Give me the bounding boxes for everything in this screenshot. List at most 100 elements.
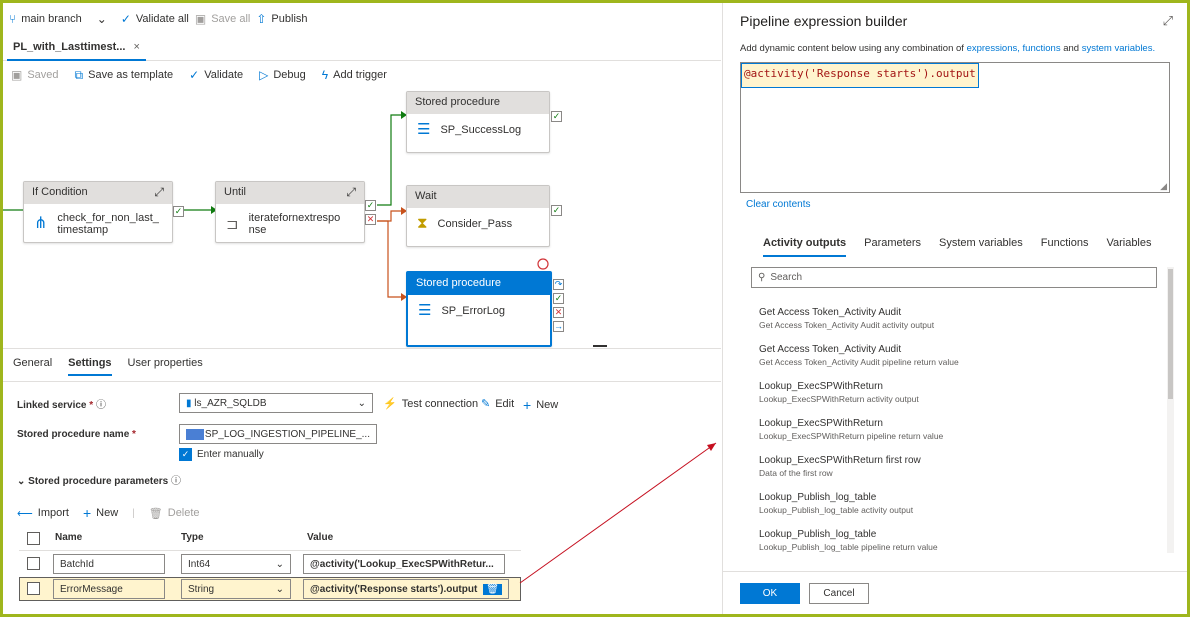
- param-name-value: ErrorMessage: [60, 583, 123, 595]
- tab-pipeline[interactable]: PL_with_Lasttimest... ×: [7, 37, 146, 61]
- success-badge[interactable]: ✓: [173, 206, 184, 217]
- search-placeholder: Search: [770, 272, 803, 283]
- hourglass-icon: ⧗: [417, 215, 428, 232]
- activity-sp-error[interactable]: Stored procedure ☰ SP_ErrorLog: [406, 271, 552, 347]
- system-variables-link[interactable]: system variables.: [1082, 43, 1155, 54]
- success-badge[interactable]: ✓: [553, 293, 564, 304]
- cancel-button[interactable]: Cancel: [809, 583, 869, 604]
- activity-until[interactable]: Until ⤢ ⊐ iteratefornextrespo nse: [215, 181, 365, 243]
- validate-all-button[interactable]: ✓ Validate all: [121, 13, 189, 25]
- param-name-input[interactable]: ErrorMessage: [53, 579, 165, 599]
- tab-settings[interactable]: Settings: [68, 357, 112, 376]
- clear-contents-link[interactable]: Clear contents: [746, 199, 810, 210]
- save-all-label: Save all: [211, 13, 251, 25]
- activity-wait[interactable]: Wait ⧗ Consider_Pass: [406, 185, 550, 247]
- save-all-button[interactable]: ▣ Save all: [195, 13, 250, 25]
- list-item[interactable]: Lookup_ExecSPWithReturn Lookup_ExecSPWith…: [759, 418, 1159, 441]
- select-all-checkbox[interactable]: [27, 532, 40, 545]
- add-trigger-label: Add trigger: [333, 69, 387, 81]
- activity-type-label: Until: [224, 186, 247, 198]
- chevron-down-icon: ⌄: [357, 397, 366, 409]
- success-badge[interactable]: ✓: [551, 111, 562, 122]
- linked-service-select[interactable]: ▮ ls_AZR_SQLDB ⌄: [179, 393, 373, 413]
- functions-link[interactable]: functions: [1023, 43, 1061, 54]
- trash-icon[interactable]: 🗑: [483, 583, 502, 595]
- failure-badge[interactable]: ✕: [553, 307, 564, 318]
- save-as-template-button[interactable]: ⧉ Save as template: [75, 69, 174, 81]
- param-value-input[interactable]: @activity('Response starts').output 🗑: [303, 579, 509, 599]
- list-item[interactable]: Lookup_ExecSPWithReturn first row Data of…: [759, 455, 1159, 478]
- list-item-subtitle: Lookup_Publish_log_table activity output: [759, 505, 914, 515]
- pipeline-canvas[interactable]: If Condition ⤢ ⋔ check_for_non_last_ times…: [3, 87, 721, 347]
- tab-user-properties[interactable]: User properties: [128, 357, 203, 376]
- activity-name-line1: iteratefornextrespo: [248, 212, 341, 224]
- expressions-link[interactable]: expressions,: [967, 43, 1020, 54]
- expand-icon[interactable]: ⤢: [1163, 13, 1173, 29]
- tab-general[interactable]: General: [13, 357, 52, 376]
- activity-sp-success[interactable]: Stored procedure ☰ SP_SuccessLog: [406, 91, 550, 153]
- row-checkbox[interactable]: [27, 582, 40, 595]
- list-item-title: Lookup_Publish_log_table: [759, 492, 877, 503]
- expression-text[interactable]: @activity('Response starts').output: [741, 63, 979, 88]
- new-linked-service-button[interactable]: + New: [523, 397, 558, 413]
- param-type-select[interactable]: Int64 ⌄: [181, 554, 291, 574]
- param-value-input[interactable]: @activity('Lookup_ExecSPWithRetur...: [303, 554, 505, 574]
- list-scrollbar[interactable]: [1167, 267, 1174, 553]
- activity-if-condition[interactable]: If Condition ⤢ ⋔ check_for_non_last_ times…: [23, 181, 173, 243]
- debug-button[interactable]: ▷ Debug: [259, 69, 306, 81]
- publish-button[interactable]: ⇧ Publish: [256, 13, 307, 25]
- row-checkbox[interactable]: [27, 557, 40, 570]
- param-type-select[interactable]: String ⌄: [181, 579, 291, 599]
- validate-button[interactable]: ✓ Validate: [189, 69, 243, 81]
- resize-handle-icon[interactable]: ◢: [1160, 181, 1167, 192]
- list-item[interactable]: Lookup_Publish_log_table Lookup_Publish_l…: [759, 492, 1159, 515]
- new-param-button[interactable]: + New: [83, 505, 118, 521]
- table-row: BatchId Int64 ⌄ @activity('Lookup_ExecSPW…: [19, 552, 521, 576]
- linked-service-label-text: Linked service: [17, 400, 87, 411]
- import-button[interactable]: ⟵ Import: [17, 507, 69, 520]
- scrollbar-thumb[interactable]: [1168, 269, 1173, 399]
- expand-icon[interactable]: ⤢: [154, 186, 164, 200]
- success-badge[interactable]: ✓: [365, 200, 376, 211]
- checkmark-icon: ✓: [189, 68, 200, 82]
- list-item[interactable]: Lookup_ExecSPWithReturn Lookup_ExecSPWith…: [759, 381, 1159, 404]
- tab-activity-outputs[interactable]: Activity outputs: [763, 237, 847, 257]
- list-item-subtitle: Lookup_Publish_log_table pipeline return…: [759, 542, 938, 552]
- tab-parameters[interactable]: Parameters: [864, 237, 921, 257]
- sp-name-input[interactable]: SP_LOG_INGESTION_PIPELINE_...: [179, 424, 377, 444]
- list-item[interactable]: Lookup_Publish_log_table Lookup_Publish_l…: [759, 529, 1159, 552]
- failure-badge[interactable]: ✕: [365, 214, 376, 225]
- param-name-input[interactable]: BatchId: [53, 554, 165, 574]
- expand-icon[interactable]: ⤢: [346, 186, 356, 200]
- list-item-subtitle: Lookup_ExecSPWithReturn pipeline return …: [759, 431, 944, 441]
- search-icon: ⚲: [758, 272, 766, 283]
- ok-button[interactable]: OK: [740, 583, 800, 604]
- list-item[interactable]: Get Access Token_Activity Audit Get Acces…: [759, 307, 1159, 330]
- list-item-subtitle: Get Access Token_Activity Audit activity…: [759, 320, 935, 330]
- linked-service-value: ls_AZR_SQLDB: [194, 397, 267, 409]
- list-item-subtitle: Data of the first row: [759, 468, 833, 478]
- add-trigger-button[interactable]: ϟ Add trigger: [322, 69, 387, 81]
- tab-variables[interactable]: Variables: [1106, 237, 1151, 257]
- completion-badge[interactable]: ↷: [553, 279, 564, 290]
- skipped-badge[interactable]: →: [553, 321, 564, 332]
- list-item[interactable]: Get Access Token_Activity Audit Get Acces…: [759, 344, 1159, 367]
- chevron-down-icon: ⌄: [275, 558, 284, 570]
- branch-selector[interactable]: ⑂ main branch ⌄: [9, 13, 107, 25]
- activity-type-label: Wait: [415, 190, 437, 202]
- close-icon[interactable]: ×: [133, 41, 139, 55]
- search-input[interactable]: ⚲ Search: [751, 267, 1157, 288]
- test-connection-button[interactable]: ⚡ Test connection: [383, 397, 478, 411]
- expression-editor[interactable]: @activity('Response starts').output ◢: [740, 62, 1170, 193]
- delete-button[interactable]: 🗑 Delete: [149, 507, 200, 520]
- sp-params-toggle[interactable]: ⌄ Stored procedure parameters ⓘ: [17, 472, 181, 487]
- branch-icon: ⑂: [9, 12, 17, 26]
- settings-tabs: General Settings User properties: [13, 357, 203, 376]
- tab-functions[interactable]: Functions: [1041, 237, 1089, 257]
- success-badge[interactable]: ✓: [551, 205, 562, 216]
- edit-button[interactable]: ✎ Edit: [481, 397, 514, 411]
- required-asterisk: *: [132, 429, 136, 440]
- enter-manually-checkbox[interactable]: ✓ Enter manually: [179, 448, 264, 461]
- pencil-icon: ✎: [481, 398, 491, 410]
- tab-system-variables[interactable]: System variables: [939, 237, 1023, 257]
